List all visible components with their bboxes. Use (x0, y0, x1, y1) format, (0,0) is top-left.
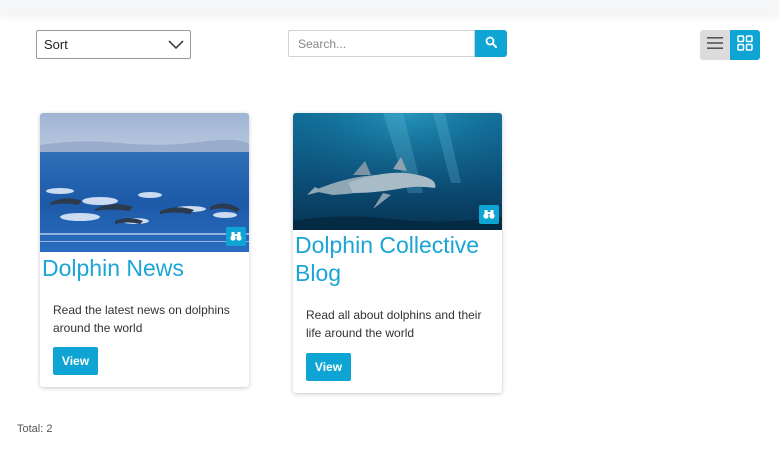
grid-view-icon (737, 34, 753, 56)
total-count: Total: 2 (17, 423, 53, 435)
sort-dropdown[interactable]: Sort (36, 30, 191, 59)
sort-label: Sort (44, 37, 68, 52)
search-input[interactable] (288, 30, 475, 57)
view-button[interactable]: View (53, 347, 98, 375)
search-icon (485, 35, 497, 53)
search-button[interactable] (475, 30, 507, 57)
binoculars-icon (483, 206, 495, 224)
card-description: Read all about dolphins and their life a… (306, 308, 482, 340)
list-view-icon (707, 36, 723, 54)
grid-view-button[interactable] (730, 30, 760, 60)
card-dolphin-collective-blog[interactable]: Dolphin Collective Blog Read all about d… (293, 113, 502, 393)
list-view-button[interactable] (700, 30, 730, 60)
binoculars-icon (230, 228, 242, 246)
card-title[interactable]: Dolphin Collective Blog (293, 231, 502, 287)
view-button[interactable]: View (306, 353, 351, 381)
card-badge[interactable] (479, 205, 499, 224)
top-bar (0, 0, 779, 14)
card-title[interactable]: Dolphin News (40, 254, 249, 282)
card-badge[interactable] (226, 227, 246, 246)
card-image (40, 113, 249, 252)
chevron-down-icon (168, 39, 184, 50)
card-dolphin-news[interactable]: Dolphin News Read the latest news on dol… (40, 113, 249, 387)
card-image (293, 113, 502, 230)
card-description: Read the latest news on dolphins around … (53, 303, 230, 335)
